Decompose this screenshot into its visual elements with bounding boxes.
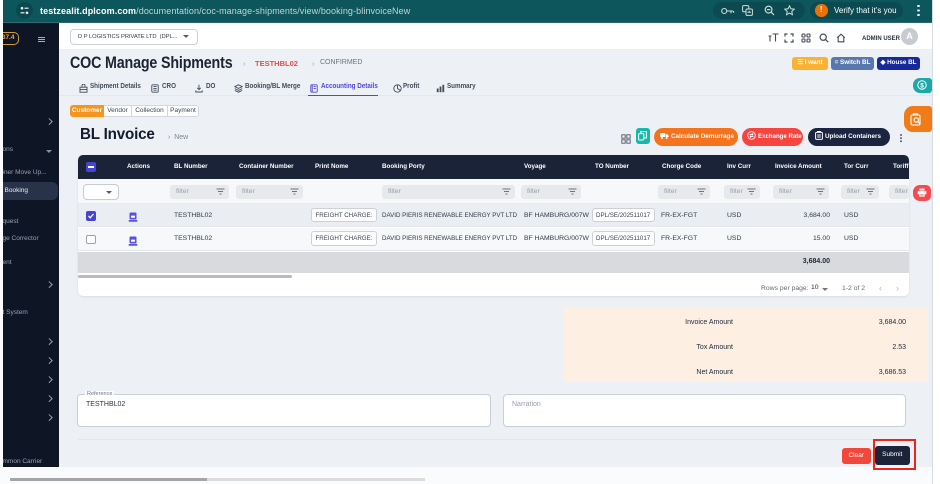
svg-text:$: $	[920, 82, 924, 89]
